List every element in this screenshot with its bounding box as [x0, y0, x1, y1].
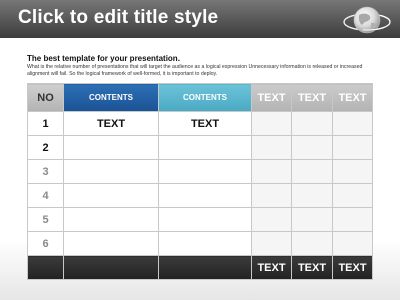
- header-contents-2[interactable]: CONTENTS: [158, 83, 252, 112]
- table-cell[interactable]: [158, 159, 252, 184]
- table-cell[interactable]: [63, 231, 159, 256]
- slide-title[interactable]: Click to edit title style: [18, 7, 218, 29]
- table-cell[interactable]: [332, 231, 373, 256]
- table-cell[interactable]: [291, 231, 333, 256]
- footer-cell[interactable]: [27, 255, 64, 280]
- footer-cell[interactable]: [63, 255, 159, 280]
- table-row: 4: [27, 183, 373, 208]
- data-table: NO CONTENTS CONTENTS TEXT TEXT TEXT 1 TE…: [27, 83, 373, 280]
- table-cell[interactable]: [291, 159, 333, 184]
- table-cell[interactable]: [251, 111, 292, 136]
- table-row: 6: [27, 231, 373, 256]
- table-cell[interactable]: [291, 183, 333, 208]
- table-cell[interactable]: [332, 135, 373, 160]
- table-cell[interactable]: [251, 135, 292, 160]
- header-text-2[interactable]: TEXT: [291, 83, 333, 112]
- table-cell[interactable]: [332, 207, 373, 232]
- table-cell[interactable]: [63, 159, 159, 184]
- header-text-3[interactable]: TEXT: [332, 83, 373, 112]
- subtitle[interactable]: The best template for your presentation.: [27, 54, 180, 63]
- table-cell[interactable]: [251, 207, 292, 232]
- table-cell[interactable]: TEXT: [158, 111, 252, 136]
- table-cell[interactable]: [251, 183, 292, 208]
- table-cell[interactable]: [63, 207, 159, 232]
- table-row: 5: [27, 207, 373, 232]
- row-number[interactable]: 6: [27, 231, 64, 256]
- globe-icon: [343, 6, 391, 34]
- row-number[interactable]: 5: [27, 207, 64, 232]
- table-header-row: NO CONTENTS CONTENTS TEXT TEXT TEXT: [27, 83, 373, 112]
- header-contents-1[interactable]: CONTENTS: [63, 83, 159, 112]
- table-cell[interactable]: [291, 207, 333, 232]
- row-number[interactable]: 1: [27, 111, 64, 136]
- row-number[interactable]: 4: [27, 183, 64, 208]
- header-text-1[interactable]: TEXT: [251, 83, 292, 112]
- table-cell[interactable]: [251, 231, 292, 256]
- title-bar: Click to edit title style: [0, 0, 400, 38]
- table-cell[interactable]: [158, 207, 252, 232]
- table-row: 3: [27, 159, 373, 184]
- table-cell[interactable]: [332, 111, 373, 136]
- table-cell[interactable]: TEXT: [63, 111, 159, 136]
- header-no[interactable]: NO: [27, 83, 64, 112]
- footer-text-1[interactable]: TEXT: [251, 255, 292, 280]
- description-text[interactable]: What is the relative number of presentat…: [27, 64, 372, 78]
- row-number[interactable]: 2: [27, 135, 64, 160]
- table-cell[interactable]: [332, 159, 373, 184]
- table-row: 2: [27, 135, 373, 160]
- row-number[interactable]: 3: [27, 159, 64, 184]
- table-cell[interactable]: [291, 111, 333, 136]
- table-row: 1 TEXT TEXT: [27, 111, 373, 136]
- table-cell[interactable]: [251, 159, 292, 184]
- table-cell[interactable]: [291, 135, 333, 160]
- table-cell[interactable]: [158, 231, 252, 256]
- footer-text-2[interactable]: TEXT: [291, 255, 333, 280]
- footer-cell[interactable]: [158, 255, 252, 280]
- table-cell[interactable]: [63, 135, 159, 160]
- table-footer-row: TEXT TEXT TEXT: [27, 255, 373, 280]
- table-cell[interactable]: [158, 183, 252, 208]
- table-cell[interactable]: [158, 135, 252, 160]
- footer-text-3[interactable]: TEXT: [332, 255, 373, 280]
- table-cell[interactable]: [63, 183, 159, 208]
- table-cell[interactable]: [332, 183, 373, 208]
